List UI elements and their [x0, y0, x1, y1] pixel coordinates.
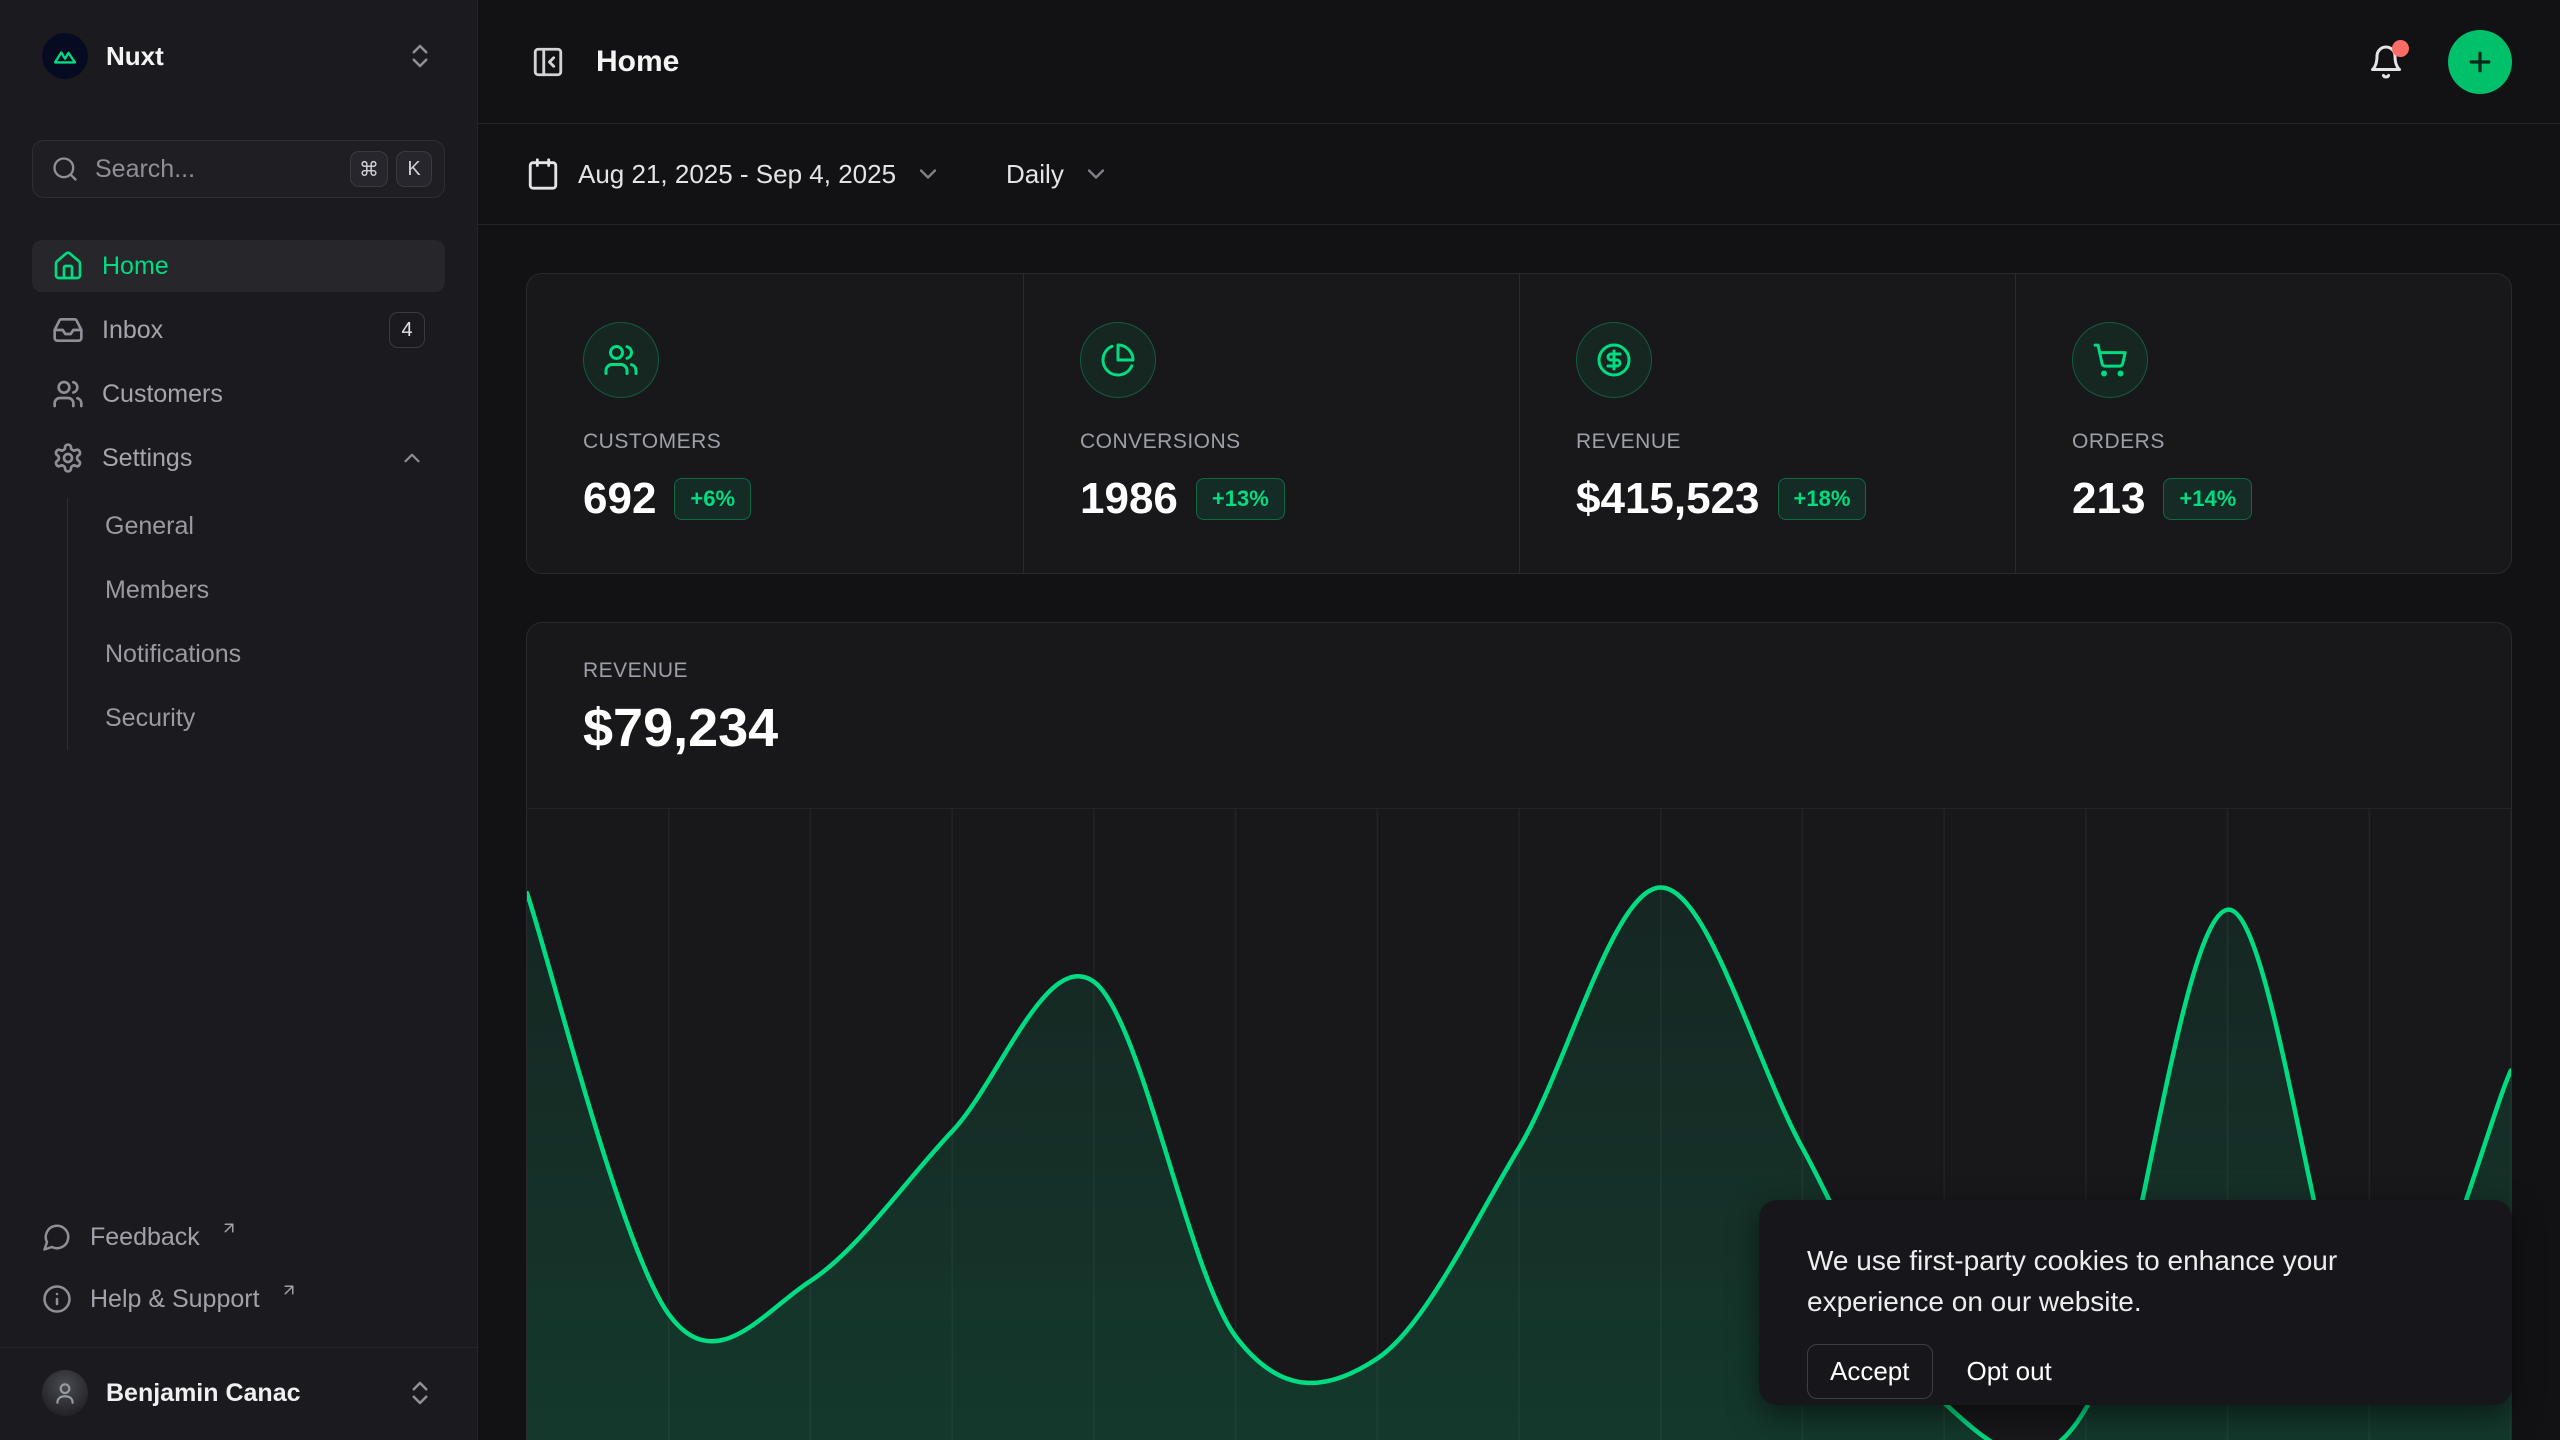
- kbd-k: K: [396, 151, 432, 187]
- sidebar-item-label: Customers: [102, 380, 223, 409]
- date-range-label: Aug 21, 2025 - Sep 4, 2025: [578, 159, 896, 190]
- shopping-cart-icon: [2072, 322, 2148, 398]
- stat-delta-badge: +6%: [674, 478, 751, 520]
- sidebar-item-label: Inbox: [102, 316, 163, 345]
- chevrons-up-down-icon: [405, 1378, 435, 1408]
- opt-out-button[interactable]: Opt out: [1967, 1356, 2052, 1387]
- chevron-down-icon: [1082, 160, 1110, 188]
- chevrons-up-down-icon: [405, 41, 435, 71]
- kbd-cmd: ⌘: [350, 151, 388, 187]
- search-kbd-group: ⌘ K: [350, 151, 432, 187]
- info-circle-icon: [42, 1284, 72, 1314]
- cookie-banner: We use first-party cookies to enhance yo…: [1759, 1200, 2512, 1405]
- cookie-message: We use first-party cookies to enhance yo…: [1807, 1240, 2437, 1322]
- stat-label: REVENUE: [1576, 430, 1959, 454]
- sidebar-item-customers[interactable]: Customers: [32, 368, 445, 420]
- sidebar-footer: Feedback Help & Support: [32, 1211, 445, 1331]
- stats-cards: CUSTOMERS 692 +6% CONVERSIONS 1986 +13%: [526, 273, 2512, 574]
- user-menu[interactable]: Benjamin Canac: [32, 1348, 445, 1440]
- revenue-label: REVENUE: [583, 659, 2455, 683]
- settings-submenu: General Members Notifications Security: [67, 498, 445, 750]
- sidebar-item-home[interactable]: Home: [32, 240, 445, 292]
- stat-delta-badge: +18%: [1778, 478, 1867, 520]
- stat-delta-badge: +14%: [2163, 478, 2252, 520]
- inbox-count-badge: 4: [389, 312, 425, 348]
- stat-label: ORDERS: [2072, 430, 2455, 454]
- users-icon: [52, 378, 84, 410]
- stat-card-conversions[interactable]: CONVERSIONS 1986 +13%: [1023, 274, 1519, 573]
- sidebar-item-members[interactable]: Members: [68, 564, 445, 616]
- sidebar-item-general[interactable]: General: [68, 500, 445, 552]
- sidebar-item-inbox[interactable]: Inbox 4: [32, 304, 445, 356]
- org-switcher[interactable]: Nuxt: [32, 26, 445, 86]
- users-icon: [583, 322, 659, 398]
- filters-toolbar: Aug 21, 2025 - Sep 4, 2025 Daily: [478, 124, 2560, 225]
- search-input-box[interactable]: ⌘ K: [32, 140, 445, 198]
- nuxt-logo-icon: [42, 33, 88, 79]
- external-link-icon: [220, 1219, 238, 1237]
- stat-card-revenue[interactable]: REVENUE $415,523 +18%: [1519, 274, 2015, 573]
- circle-dollar-icon: [1576, 322, 1652, 398]
- accept-button[interactable]: Accept: [1807, 1344, 1933, 1399]
- sidebar-item-label: Settings: [102, 444, 192, 473]
- chevron-up-icon: [399, 445, 425, 471]
- date-range-picker[interactable]: Aug 21, 2025 - Sep 4, 2025: [526, 157, 942, 191]
- stat-value: $415,523: [1576, 474, 1760, 524]
- calendar-icon: [526, 157, 560, 191]
- help-support-link[interactable]: Help & Support: [32, 1273, 445, 1325]
- stat-card-customers[interactable]: CUSTOMERS 692 +6%: [527, 274, 1023, 573]
- header-actions: [2364, 30, 2512, 94]
- stat-label: CONVERSIONS: [1080, 430, 1463, 454]
- sidebar-item-label: Home: [102, 252, 169, 281]
- message-bubble-icon: [42, 1222, 72, 1252]
- page-title: Home: [596, 45, 679, 79]
- panel-left-close-icon: [531, 45, 565, 79]
- gear-icon: [52, 442, 84, 474]
- home-icon: [52, 250, 84, 282]
- plus-icon: [2465, 47, 2495, 77]
- sidebar: Nuxt ⌘ K Home Inbox 4: [0, 0, 478, 1440]
- search-icon: [51, 155, 79, 183]
- org-name: Nuxt: [106, 41, 164, 72]
- revenue-header: REVENUE $79,234: [527, 623, 2511, 759]
- top-header: Home: [478, 0, 2560, 124]
- stat-value: 692: [583, 474, 656, 524]
- granularity-label: Daily: [1006, 159, 1064, 190]
- stat-card-orders[interactable]: ORDERS 213 +14%: [2015, 274, 2511, 573]
- search-input[interactable]: [95, 155, 334, 184]
- sidebar-item-notifications[interactable]: Notifications: [68, 628, 445, 680]
- help-support-label: Help & Support: [90, 1285, 260, 1314]
- feedback-link[interactable]: Feedback: [32, 1211, 445, 1263]
- revenue-total: $79,234: [583, 697, 2455, 759]
- feedback-label: Feedback: [90, 1223, 200, 1252]
- sidebar-item-settings[interactable]: Settings: [32, 432, 445, 484]
- pie-chart-icon: [1080, 322, 1156, 398]
- chevron-down-icon: [914, 160, 942, 188]
- granularity-select[interactable]: Daily: [1006, 159, 1110, 190]
- user-name: Benjamin Canac: [106, 1379, 301, 1408]
- external-link-icon: [280, 1281, 298, 1299]
- notification-dot: [2392, 40, 2409, 57]
- sidebar-item-security[interactable]: Security: [68, 692, 445, 744]
- cookie-actions: Accept Opt out: [1807, 1344, 2464, 1399]
- inbox-icon: [52, 314, 84, 346]
- stat-value: 1986: [1080, 474, 1178, 524]
- avatar: [42, 1370, 88, 1416]
- sidebar-collapse-button[interactable]: [526, 40, 570, 84]
- app-root: Nuxt ⌘ K Home Inbox 4: [0, 0, 2560, 1440]
- sidebar-nav: Home Inbox 4 Customers Settings General: [32, 240, 445, 750]
- stat-label: CUSTOMERS: [583, 430, 967, 454]
- stat-value: 213: [2072, 474, 2145, 524]
- add-button[interactable]: [2448, 30, 2512, 94]
- stat-delta-badge: +13%: [1196, 478, 1285, 520]
- notifications-button[interactable]: [2364, 40, 2408, 84]
